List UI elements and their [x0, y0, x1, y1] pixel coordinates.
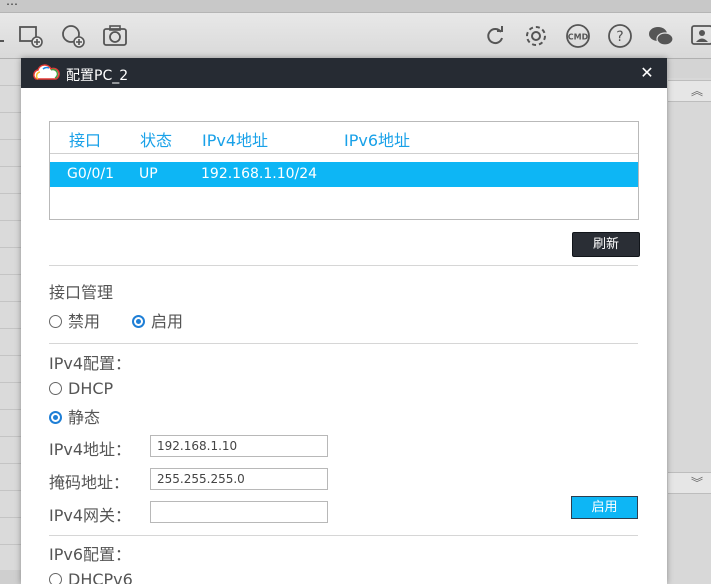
ipv4-gateway-label: IPv4网关： — [49, 506, 132, 525]
radio-dhcp[interactable]: DHCP — [49, 379, 113, 398]
apply-button[interactable]: 启用 — [571, 496, 638, 519]
interface-table-header: 接口 状态 IPv4地址 IPv6地址 — [50, 122, 638, 154]
ipv4-address-field[interactable]: 192.168.1.10 — [150, 435, 328, 457]
radio-dhcp-icon[interactable] — [49, 382, 62, 395]
radio-enable-label: 启用 — [151, 312, 184, 331]
mask-address-label: 掩码地址： — [49, 473, 130, 492]
column-header-ipv6: IPv6地址 — [344, 131, 411, 150]
app-title-fragment: … — [6, 0, 18, 8]
radio-disable[interactable]: 禁用 — [49, 308, 100, 332]
close-icon[interactable]: ✕ — [637, 63, 657, 83]
ipv6-config-title: IPv6配置： — [49, 545, 132, 564]
interface-table: 接口 状态 IPv4地址 IPv6地址 G0/0/1 UP 192.168.1.… — [49, 121, 639, 220]
app-title-strip: … — [0, 0, 711, 13]
divider — [49, 265, 638, 266]
refresh-button[interactable]: 刷新 — [572, 232, 640, 257]
right-panel-background — [667, 78, 711, 584]
radio-enable-icon[interactable] — [132, 315, 145, 328]
radio-static-icon[interactable] — [49, 411, 62, 424]
mask-address-field[interactable]: 255.255.255.0 — [150, 468, 328, 490]
collapse-chevron-icon-lower[interactable]: ︾ — [668, 472, 711, 494]
cloud-logo-icon — [31, 64, 61, 82]
radio-dhcpv6-label: DHCPv6 — [68, 570, 133, 584]
ipv4-gateway-field[interactable] — [150, 501, 328, 523]
svg-text:?: ? — [616, 29, 623, 45]
radio-static-label: 静态 — [68, 408, 101, 427]
cmd-label: CMD — [568, 33, 589, 42]
account-icon[interactable] — [690, 23, 711, 49]
radio-disable-label: 禁用 — [68, 312, 101, 331]
refresh-icon[interactable] — [482, 23, 508, 49]
radio-enable[interactable]: 启用 — [132, 308, 183, 332]
config-dialog: 配置PC_2 ✕ 接口 状态 IPv4地址 IPv6地址 G0/0/1 UP 1… — [21, 58, 667, 584]
cell-interface: G0/0/1 — [67, 166, 115, 182]
collapse-chevron-icon[interactable]: ︽ — [668, 80, 711, 102]
column-header-interface: 接口 — [69, 131, 102, 150]
radio-dhcpv6[interactable]: DHCPv6 — [49, 570, 133, 584]
column-header-ipv4: IPv4地址 — [202, 131, 269, 150]
radio-dhcp-label: DHCP — [68, 379, 114, 398]
column-header-status: 状态 — [140, 131, 173, 150]
app-toolbar: CMD ? — [0, 13, 711, 59]
cmd-icon[interactable]: CMD — [565, 23, 591, 49]
help-icon[interactable]: ? — [607, 23, 633, 49]
divider — [49, 535, 638, 536]
table-row[interactable]: G0/0/1 UP 192.168.1.10/24 — [50, 162, 638, 187]
ipv4-address-label: IPv4地址： — [49, 440, 132, 459]
cell-ipv4: 192.168.1.10/24 — [201, 166, 318, 182]
left-panel-background — [0, 59, 21, 584]
dialog-title: 配置PC_2 — [66, 68, 129, 84]
dialog-titlebar: 配置PC_2 ✕ — [21, 58, 667, 88]
cell-status: UP — [139, 166, 158, 182]
radio-static[interactable]: 静态 — [49, 404, 100, 428]
new-topology-icon[interactable] — [18, 23, 44, 49]
add-device-icon[interactable] — [60, 23, 86, 49]
radio-disable-icon[interactable] — [49, 315, 62, 328]
radio-dhcpv6-icon[interactable] — [49, 573, 62, 584]
interface-mgmt-title: 接口管理 — [49, 283, 114, 302]
left-panel-bottom — [0, 570, 21, 584]
screenshot-icon[interactable] — [102, 23, 128, 49]
ipv4-config-title: IPv4配置： — [49, 354, 132, 373]
divider — [49, 343, 638, 344]
settings-icon[interactable] — [523, 23, 549, 49]
partial-icon[interactable] — [0, 23, 18, 49]
chat-icon[interactable] — [648, 23, 674, 49]
